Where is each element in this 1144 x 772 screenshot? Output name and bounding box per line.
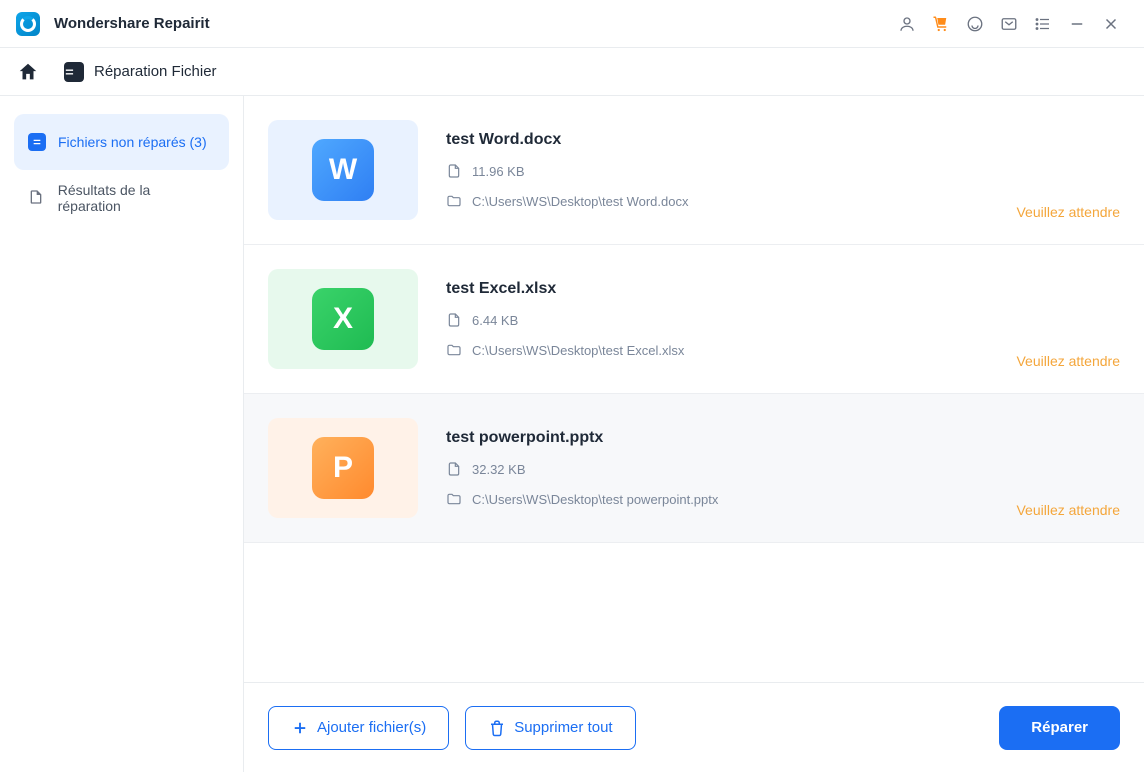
footer: Ajouter fichier(s) Supprimer tout Répare… [244, 682, 1144, 772]
titlebar: Wondershare Repairit [0, 0, 1144, 48]
file-size: 11.96 KB [446, 163, 988, 179]
folder-icon [446, 491, 462, 507]
file-thumbnail: X [268, 269, 418, 369]
support-icon[interactable] [958, 7, 992, 41]
file-name: test Excel.xlsx [446, 280, 988, 298]
word-icon: W [312, 139, 374, 201]
section-icon [64, 62, 84, 82]
file-path: C:\Users\WS\Desktop\test powerpoint.pptx [446, 491, 988, 507]
file-row[interactable]: P test powerpoint.pptx 32.32 KB C:\Users… [244, 394, 1144, 543]
powerpoint-icon: P [312, 437, 374, 499]
file-icon [446, 163, 462, 179]
file-icon [446, 312, 462, 328]
file-name: test Word.docx [446, 131, 988, 149]
sidebar-item-results[interactable]: Résultats de la réparation [14, 170, 229, 226]
file-list: W test Word.docx 11.96 KB C:\Users\WS\De… [244, 96, 1144, 682]
section-label: Réparation Fichier [94, 63, 217, 80]
app-title: Wondershare Repairit [54, 15, 210, 32]
navbar: Réparation Fichier [0, 48, 1144, 96]
minimize-icon[interactable] [1060, 7, 1094, 41]
status-label: Veuillez attendre [1016, 502, 1120, 518]
excel-icon: X [312, 288, 374, 350]
cart-icon[interactable] [924, 7, 958, 41]
add-files-button[interactable]: Ajouter fichier(s) [268, 706, 449, 750]
delete-all-button[interactable]: Supprimer tout [465, 706, 635, 750]
file-name: test powerpoint.pptx [446, 429, 988, 447]
file-row[interactable]: W test Word.docx 11.96 KB C:\Users\WS\De… [244, 96, 1144, 245]
user-icon[interactable] [890, 7, 924, 41]
sidebar-item-label: Fichiers non réparés (3) [58, 134, 207, 150]
home-icon[interactable] [16, 60, 40, 84]
file-path: C:\Users\WS\Desktop\test Word.docx [446, 193, 988, 209]
menu-icon[interactable] [1026, 7, 1060, 41]
file-size: 6.44 KB [446, 312, 988, 328]
file-path: C:\Users\WS\Desktop\test Excel.xlsx [446, 342, 988, 358]
file-size: 32.32 KB [446, 461, 988, 477]
status-label: Veuillez attendre [1016, 204, 1120, 220]
close-icon[interactable] [1094, 7, 1128, 41]
folder-icon [446, 193, 462, 209]
file-icon [446, 461, 462, 477]
status-label: Veuillez attendre [1016, 353, 1120, 369]
sidebar-item-label: Résultats de la réparation [58, 182, 215, 214]
file-thumbnail: P [268, 418, 418, 518]
sidebar: Fichiers non réparés (3) Résultats de la… [0, 96, 244, 772]
repair-button[interactable]: Réparer [999, 706, 1120, 750]
app-logo-icon [16, 12, 40, 36]
sidebar-item-unrepaired[interactable]: Fichiers non réparés (3) [14, 114, 229, 170]
breadcrumb-section[interactable]: Réparation Fichier [64, 62, 217, 82]
plus-icon [291, 719, 309, 737]
card-icon [28, 133, 46, 151]
file-row[interactable]: X test Excel.xlsx 6.44 KB C:\Users\WS\De… [244, 245, 1144, 394]
feedback-icon[interactable] [992, 7, 1026, 41]
document-icon [28, 189, 46, 207]
trash-icon [488, 719, 506, 737]
main-panel: W test Word.docx 11.96 KB C:\Users\WS\De… [244, 96, 1144, 772]
folder-icon [446, 342, 462, 358]
file-thumbnail: W [268, 120, 418, 220]
